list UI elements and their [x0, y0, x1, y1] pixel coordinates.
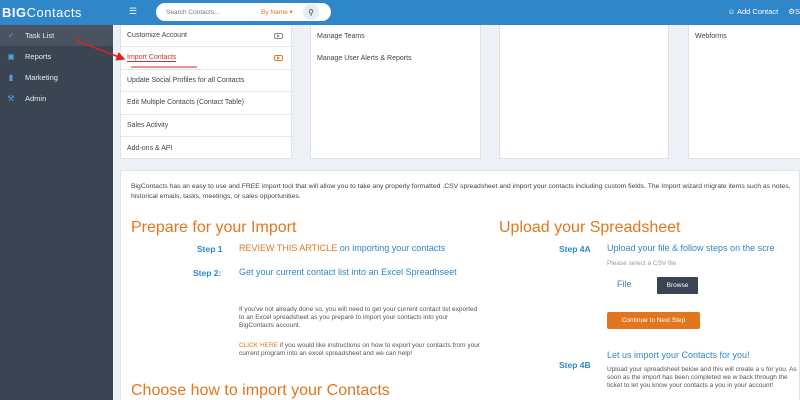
add-contact-button[interactable]: ☺ Add Contact [728, 7, 779, 16]
import-content-panel: BigContacts has an easy to use and FREE … [120, 170, 800, 400]
video-icon[interactable]: ▶ [274, 55, 283, 62]
sidebar: ✓ Task List ▣ Reports ▮ Marketing ⚒ Admi… [0, 25, 113, 400]
sidebar-item-label: Task List [25, 31, 55, 40]
menu-panel-webforms: Webforms [688, 25, 800, 159]
app-logo[interactable]: BIG Contacts [0, 0, 113, 25]
step4a-text: Upload your file & follow steps on the s… [607, 243, 775, 253]
menu-item-manage-alerts[interactable]: Manage User Alerts & Reports [311, 47, 480, 69]
video-icon[interactable]: ▶ [274, 32, 283, 39]
menu-item-update-social[interactable]: Update Social Profiles for all Contacts [121, 70, 291, 93]
prepare-heading: Prepare for your Import [131, 219, 297, 236]
menu-item-label: Manage Teams [317, 32, 365, 40]
step2-label: Step 2: [193, 268, 222, 278]
menu-item-label: Webforms [695, 32, 727, 40]
file-label: File [617, 279, 632, 289]
menu-item-label: Customize Account [127, 32, 187, 40]
step4b-text: Let us import your Contacts for you! [607, 350, 750, 360]
logo-big-text: BIG [2, 5, 27, 20]
step2-paragraph: If you've not already done so, you will … [239, 306, 478, 329]
menu-item-customize-account[interactable]: Customize Account ▶ [121, 25, 291, 48]
menu-item-webforms[interactable]: Webforms [689, 25, 800, 47]
step1-rest: on importing your contacts [337, 243, 446, 253]
logo-rest-text: Contacts [26, 5, 82, 20]
menu-item-label: Sales Activity [127, 121, 169, 129]
step4a-label: Step 4A [559, 244, 591, 254]
sidebar-item-label: Reports [25, 52, 52, 61]
sidebar-item-task-list[interactable]: ✓ Task List [0, 25, 113, 46]
sidebar-item-reports[interactable]: ▣ Reports [0, 46, 113, 67]
sidebar-item-marketing[interactable]: ▮ Marketing [0, 67, 113, 88]
top-bar: BIG Contacts [0, 0, 800, 25]
user-plus-icon: ☺ [727, 7, 736, 16]
search-icon[interactable]: ⚲ [303, 4, 319, 20]
menu-item-label: Import Contacts [127, 54, 177, 63]
choose-heading: Choose how to import your Contacts [131, 382, 390, 399]
menu-item-edit-multiple[interactable]: Edit Multiple Contacts (Contact Table) [121, 92, 291, 115]
menu-item-sales-activity[interactable]: Sales Activity [121, 115, 291, 137]
menu-panel-empty [499, 25, 669, 159]
add-contact-label: Add Contact [736, 7, 779, 16]
browse-button[interactable]: Browse [657, 277, 698, 294]
hamburger-menu-icon[interactable]: ☰ [129, 7, 138, 16]
sidebar-item-admin[interactable]: ⚒ Admin [0, 88, 113, 109]
step2-text: Get your current contact list into an Ex… [239, 267, 457, 277]
step4b-label: Step 4B [559, 360, 591, 370]
wrench-icon: ⚒ [7, 94, 15, 103]
step1-text: REVIEW THIS ARTICLE on importing your co… [239, 241, 489, 255]
sidebar-item-label: Marketing [25, 73, 58, 82]
continue-button[interactable]: Continue to Next Step [607, 312, 700, 329]
user-menu-button[interactable]: ⚙S [788, 7, 800, 16]
top-right-actions: ☺ Add Contact ⚙S [728, 7, 800, 16]
menu-item-manage-teams[interactable]: Manage Teams [311, 25, 480, 47]
bar-chart-icon: ▮ [8, 73, 14, 82]
menu-item-label: Update Social Profiles for all Contacts [127, 76, 245, 84]
menu-item-import-contacts[interactable]: Import Contacts ▶ [121, 47, 291, 70]
menu-panel-teams: Manage Teams Manage User Alerts & Report… [310, 25, 481, 159]
menu-item-addons-api[interactable]: Add-ons & API [121, 137, 291, 159]
menu-item-label: Edit Multiple Contacts (Contact Table) [127, 99, 244, 107]
review-article-link[interactable]: REVIEW THIS ARTICLE [239, 243, 337, 253]
menu-item-label: Add-ons & API [127, 144, 173, 152]
click-here-paragraph: CLICK HERE if you would like instruction… [239, 342, 484, 358]
settings-icon: ⚙ [788, 7, 795, 16]
sidebar-item-label: Admin [25, 94, 47, 103]
upload-heading: Upload your Spreadsheet [499, 219, 681, 236]
check-circle-icon: ✓ [7, 31, 15, 40]
search-by-dropdown[interactable]: By Name ▾ [261, 8, 303, 16]
menu-panel-account: Customize Account ▶ Import Contacts ▶ Upda… [120, 25, 292, 159]
menu-item-label: Manage User Alerts & Reports [317, 55, 412, 63]
main-content: Customize Account ▶ Import Contacts ▶ Upda… [113, 25, 800, 400]
click-here-link[interactable]: CLICK HERE [239, 342, 278, 349]
search-input[interactable]: Search Contacts... [166, 9, 261, 16]
user-initial: S [794, 7, 800, 16]
select-csv-label: Please select a CSV file [607, 260, 677, 267]
import-intro-text: BigContacts has an easy to use and FREE … [131, 183, 791, 200]
step1-label: Step 1 [197, 244, 223, 254]
document-icon: ▣ [7, 52, 15, 61]
search-box[interactable]: Search Contacts... By Name ▾ ⚲ [156, 3, 331, 21]
step4b-paragraph: Upload your spreadsheet below and this w… [607, 366, 797, 389]
